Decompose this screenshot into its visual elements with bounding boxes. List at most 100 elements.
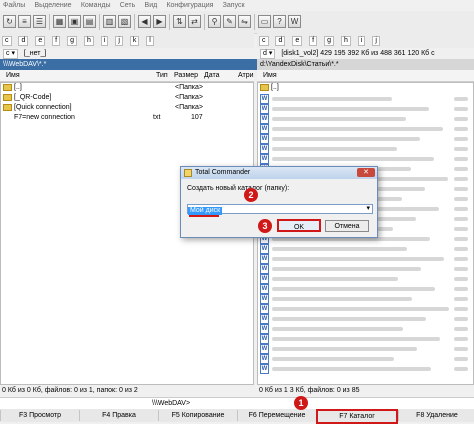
- word-doc-icon: W: [260, 124, 269, 134]
- drive-h-button[interactable]: h: [83, 36, 94, 46]
- right-path: d:\YandexDisk\Статьи\*.*: [260, 61, 339, 68]
- f8-delete-button[interactable]: F8 Удаление: [398, 410, 474, 421]
- menu-start[interactable]: Запуск: [223, 2, 245, 9]
- blurred-filesize: [454, 277, 468, 281]
- dropdown-arrow-icon[interactable]: ▾: [366, 205, 370, 213]
- drive-i-button[interactable]: i: [100, 36, 109, 46]
- left-drive-select[interactable]: c ▾: [3, 49, 18, 59]
- col-date-header[interactable]: Дата: [204, 70, 220, 81]
- col-size-header[interactable]: Размер: [174, 70, 198, 81]
- f5-copy-button[interactable]: F5 Копирование: [158, 410, 237, 421]
- dialog-title: Total Commander: [195, 169, 251, 176]
- menu-config[interactable]: Конфигурация: [166, 2, 213, 9]
- col-attr-header[interactable]: Атри: [238, 70, 254, 81]
- sync-icon[interactable]: ⇋: [238, 15, 251, 28]
- notepad-icon[interactable]: ▭: [258, 15, 271, 28]
- dialog-titlebar[interactable]: Total Commander ✕: [181, 167, 377, 179]
- blurred-filesize: [454, 117, 468, 121]
- drive-j-button[interactable]: j: [372, 36, 380, 46]
- drive-k-button[interactable]: k: [129, 36, 140, 46]
- app-icon: [184, 169, 192, 177]
- help-icon[interactable]: ?: [273, 15, 286, 28]
- word-icon[interactable]: W: [288, 15, 301, 28]
- tree-icon[interactable]: ▦: [53, 15, 66, 28]
- left-status: 0 Кб из 0 Кб, файлов: 0 из 1, папок: 0 и…: [2, 387, 138, 394]
- f3-view-button[interactable]: F3 Просмотр: [0, 410, 79, 421]
- table-row[interactable]: [_QR-Code] <Папка>: [1, 93, 253, 103]
- right-path-bar[interactable]: d:\YandexDisk\Статьи\*.*: [257, 59, 474, 70]
- folder-name-input[interactable]: Мой диск ▾: [187, 204, 373, 215]
- refresh-icon[interactable]: ↻: [3, 15, 16, 28]
- menu-commands[interactable]: Команды: [81, 2, 111, 9]
- command-line[interactable]: \\\WebDAV>: [0, 397, 474, 409]
- blurred-filename: [272, 347, 417, 351]
- col-type-header[interactable]: Тип: [156, 70, 168, 81]
- drive-j-button[interactable]: j: [115, 36, 123, 46]
- col-name-header[interactable]: Имя: [263, 70, 277, 81]
- menu-files[interactable]: Файлы: [3, 2, 25, 9]
- right-drive-select[interactable]: d ▾: [260, 49, 276, 59]
- drive-d-button[interactable]: d: [18, 36, 29, 46]
- multi-rename-icon[interactable]: ✎: [223, 15, 236, 28]
- menu-view[interactable]: Вид: [145, 2, 158, 9]
- drive-f-button[interactable]: f: [52, 36, 61, 46]
- drive-c-button[interactable]: c: [2, 36, 12, 46]
- menu-net[interactable]: Сеть: [120, 2, 136, 9]
- thumbnails-icon[interactable]: ▣: [68, 15, 81, 28]
- ftp-icon[interactable]: ⇅: [173, 15, 186, 28]
- menu-selection[interactable]: Выделение: [34, 2, 71, 9]
- f4-edit-button[interactable]: F4 Правка: [79, 410, 158, 421]
- pack-icon[interactable]: ▥: [103, 15, 116, 28]
- drive-c-button[interactable]: c: [259, 36, 269, 46]
- back-icon[interactable]: ◀: [138, 15, 151, 28]
- table-row[interactable]: [..] <Папка>: [1, 83, 253, 93]
- blurred-filesize: [454, 297, 468, 301]
- word-doc-icon: W: [260, 284, 269, 294]
- step-badge-1: 1: [294, 396, 308, 410]
- blurred-filesize: [454, 367, 468, 371]
- table-row[interactable]: [..]: [258, 83, 473, 93]
- blurred-filename: [272, 367, 431, 371]
- blurred-filesize: [454, 227, 468, 231]
- cancel-button[interactable]: Отмена: [325, 220, 369, 232]
- input-underline-highlight: [189, 215, 219, 217]
- blurred-filesize: [454, 157, 468, 161]
- drive-h-button[interactable]: h: [340, 36, 351, 46]
- ftp-new-icon[interactable]: ⇄: [188, 15, 201, 28]
- drive-f-button[interactable]: f: [309, 36, 318, 46]
- close-button[interactable]: ✕: [357, 168, 375, 177]
- brief-view-icon[interactable]: ≡: [18, 15, 31, 28]
- filter-icon[interactable]: ▤: [83, 15, 96, 28]
- right-drive-label: [disk1_vol2] 429 195 392 Кб из 488 361 1…: [281, 50, 435, 57]
- drive-d-button[interactable]: d: [275, 36, 286, 46]
- unpack-icon[interactable]: ▧: [118, 15, 131, 28]
- blurred-filename: [272, 357, 394, 361]
- drive-l-button[interactable]: l: [146, 36, 154, 46]
- blurred-filename: [272, 247, 407, 251]
- search-icon[interactable]: ⚲: [208, 15, 221, 28]
- folder-icon: [3, 103, 12, 111]
- blurred-filename: [272, 137, 420, 141]
- left-column-headers: Имя Тип Размер Дата Атри: [0, 70, 254, 82]
- drive-e-button[interactable]: e: [35, 36, 46, 46]
- blurred-filesize: [454, 327, 468, 331]
- drive-g-button[interactable]: g: [324, 36, 334, 46]
- left-drive-info: c ▾ [_нет_]: [0, 48, 257, 59]
- drive-g-button[interactable]: g: [67, 36, 77, 46]
- right-column-headers: Имя: [257, 70, 474, 82]
- ok-button[interactable]: OK: [277, 219, 321, 232]
- forward-icon[interactable]: ▶: [153, 15, 166, 28]
- full-view-icon[interactable]: ☰: [33, 15, 46, 28]
- table-row[interactable]: F7=new connection txt 107: [1, 113, 253, 123]
- blurred-filesize: [454, 177, 468, 181]
- col-name-header[interactable]: Имя: [6, 70, 20, 81]
- blurred-filesize: [454, 147, 468, 151]
- word-doc-icon: W: [260, 154, 269, 164]
- step-badge-2: 2: [244, 188, 258, 202]
- drive-e-button[interactable]: e: [292, 36, 303, 46]
- left-path-bar[interactable]: \\\WebDAV\*.*: [0, 59, 257, 70]
- table-row[interactable]: [Quick connection] <Папка>: [1, 103, 253, 113]
- f6-move-button[interactable]: F6 Перемещение: [237, 410, 316, 421]
- drive-i-button[interactable]: i: [357, 36, 366, 46]
- word-doc-icon: W: [260, 334, 269, 344]
